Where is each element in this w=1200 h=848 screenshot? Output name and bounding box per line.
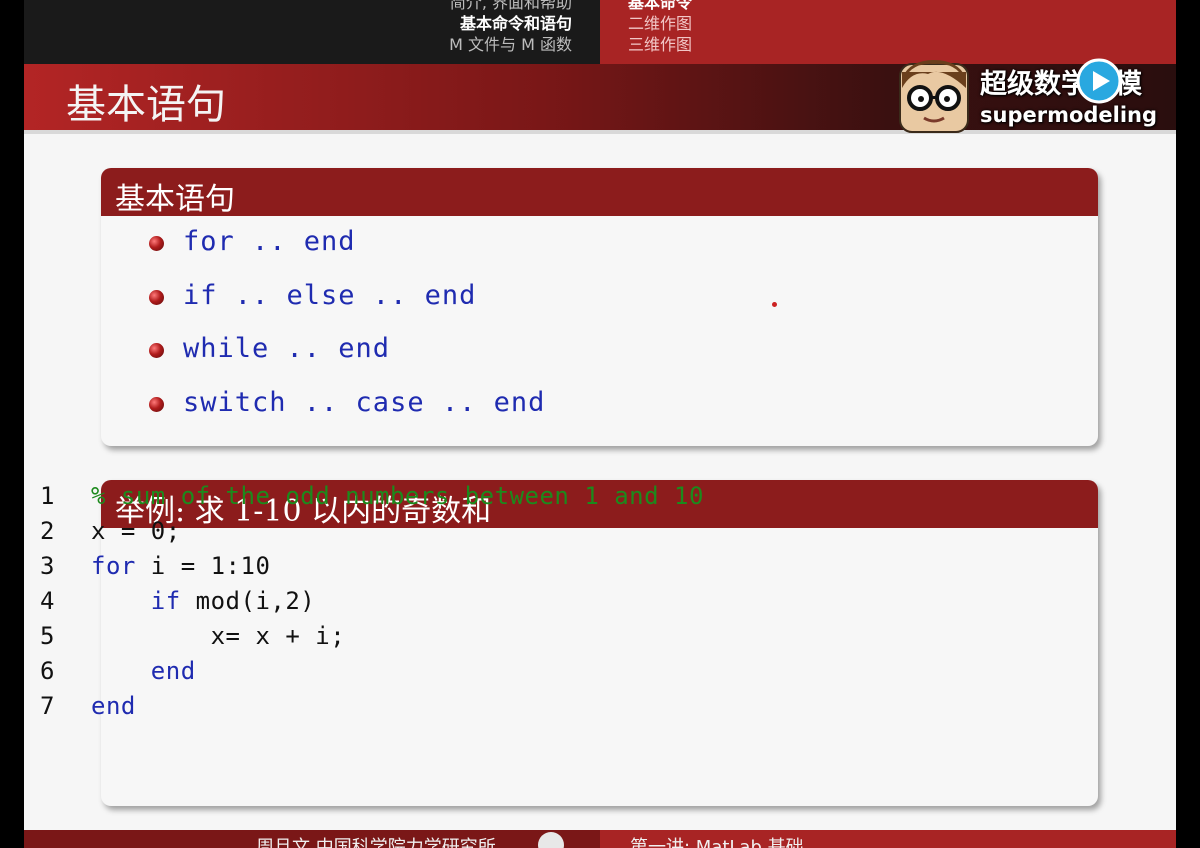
statement-text: for .. end bbox=[183, 226, 356, 257]
nav-subitem-basic-commands[interactable]: 基本命令 bbox=[628, 0, 692, 13]
slide-footer: 周旦文 中国科学院力学研究所 第一讲: MatLab 基础 bbox=[0, 830, 1200, 848]
statement-text: switch .. case .. end bbox=[183, 387, 546, 418]
nav-subsections-right: 基本命令 二维作图 三维作图 bbox=[600, 0, 1176, 64]
bullet-icon bbox=[149, 236, 164, 251]
block-title: 基本语句 bbox=[115, 182, 235, 217]
nav-item-intro[interactable]: 简介, 界面和帮助 bbox=[449, 0, 572, 13]
pointer-dot bbox=[772, 302, 777, 307]
line-number: 2 bbox=[40, 517, 55, 545]
line-number: 7 bbox=[40, 692, 55, 720]
line-number: 6 bbox=[40, 657, 55, 685]
code-line: 4 if mod(i,2) bbox=[0, 587, 315, 622]
code-line: 6 end bbox=[0, 657, 195, 692]
statement-text: while .. end bbox=[183, 333, 391, 364]
footer-lecture: 第一讲: MatLab 基础 bbox=[600, 830, 1176, 848]
top-navigation-bar: 简介, 界面和帮助 基本命令和语句 M 文件与 M 函数 基本命令 二维作图 三… bbox=[0, 0, 1200, 64]
logo-text-en: supermodeling bbox=[980, 103, 1158, 127]
institute-seal-icon bbox=[538, 832, 564, 848]
bullet-icon bbox=[149, 397, 164, 412]
line-number: 4 bbox=[40, 587, 55, 615]
line-number: 3 bbox=[40, 552, 55, 580]
video-play-icon bbox=[1076, 58, 1122, 104]
nav-subsection-list: 基本命令 二维作图 三维作图 bbox=[628, 0, 692, 55]
nav-subitem-2d-plot[interactable]: 二维作图 bbox=[628, 13, 692, 34]
block-header: 基本语句 bbox=[101, 168, 1098, 217]
code-text: x = 0; bbox=[91, 517, 181, 545]
code-line: 5 x= x + i; bbox=[0, 622, 345, 657]
supermodeling-logo: 超级数学建模 supermodeling bbox=[896, 58, 1200, 138]
code-text: x= x + i; bbox=[91, 622, 346, 650]
nav-subitem-3d-plot[interactable]: 三维作图 bbox=[628, 34, 692, 55]
nav-item-m-files[interactable]: M 文件与 M 函数 bbox=[449, 34, 572, 55]
code-text: end bbox=[91, 692, 136, 720]
footer-author: 周旦文 中国科学院力学研究所 bbox=[24, 830, 600, 848]
line-number: 5 bbox=[40, 622, 55, 650]
frame-title: 基本语句 bbox=[66, 82, 226, 128]
cartoon-face-icon bbox=[899, 60, 969, 133]
code-line: 1 % sum of the odd numbers between 1 and… bbox=[0, 482, 703, 517]
nav-section-list: 简介, 界面和帮助 基本命令和语句 M 文件与 M 函数 bbox=[449, 0, 572, 55]
nav-sections-left: 简介, 界面和帮助 基本命令和语句 M 文件与 M 函数 bbox=[24, 0, 600, 64]
footer-author-text: 周旦文 中国科学院力学研究所 bbox=[256, 837, 496, 848]
bullet-icon bbox=[149, 343, 164, 358]
code-text: % sum of the odd numbers between 1 and 1… bbox=[91, 482, 704, 510]
block-basic-statements: 基本语句 for .. end if .. else .. end while … bbox=[101, 168, 1098, 446]
bullet-icon bbox=[149, 290, 164, 305]
code-line: 7 end bbox=[0, 692, 135, 727]
nav-item-basic-commands[interactable]: 基本命令和语句 bbox=[449, 13, 572, 34]
line-number: 1 bbox=[40, 482, 55, 510]
code-text: for i = 1:10 bbox=[91, 552, 271, 580]
code-line: 3 for i = 1:10 bbox=[0, 552, 270, 587]
code-text: if mod(i,2) bbox=[150, 587, 316, 615]
slide: 基本语句 基本语句 for .. end if .. else .. end w… bbox=[24, 64, 1176, 848]
code-line: 2 x = 0; bbox=[0, 517, 180, 552]
statement-text: if .. else .. end bbox=[183, 280, 477, 311]
code-text: end bbox=[150, 657, 196, 685]
footer-lecture-text: 第一讲: MatLab 基础 bbox=[630, 837, 804, 848]
